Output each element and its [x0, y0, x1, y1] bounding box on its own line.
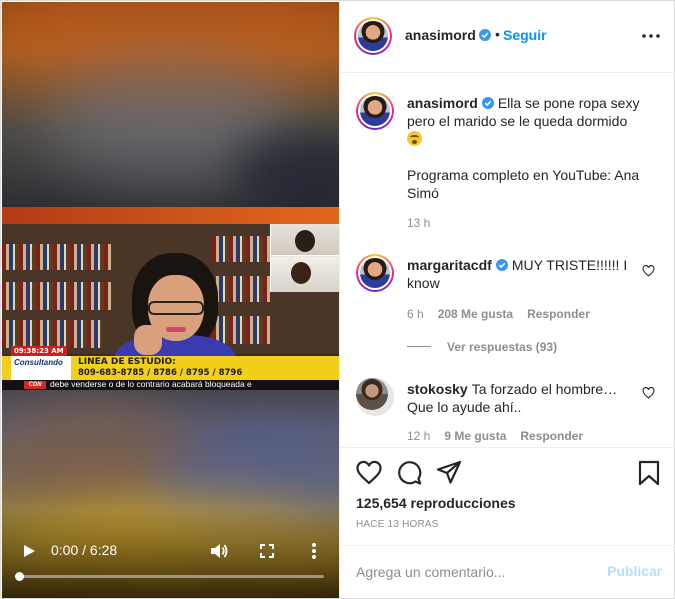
video-seek-bar[interactable] [15, 572, 324, 581]
comment-input[interactable] [356, 562, 596, 582]
send-icon[interactable] [436, 460, 462, 486]
video-inset-guests [270, 224, 339, 292]
tv-ticker: CDN debe venderse o de lo contrario acab… [2, 379, 339, 390]
video-player[interactable]: 09:38:23 AM Consultando LINEA DE ESTUDIO… [2, 2, 339, 598]
comment-time[interactable]: 6 h [407, 307, 424, 321]
comment-username[interactable]: margaritacdf [407, 257, 492, 273]
ticker-text: debe venderse o de lo contrario acabará … [50, 379, 252, 389]
video-more-icon[interactable] [311, 542, 317, 560]
comment-reply-button[interactable]: Responder [527, 307, 590, 321]
comment-likes[interactable]: 9 Me gusta [444, 429, 506, 443]
fullscreen-icon[interactable] [260, 544, 274, 558]
heart-icon[interactable] [356, 460, 382, 486]
comment-avatar[interactable] [356, 254, 394, 292]
author-avatar[interactable] [354, 17, 392, 55]
post-timestamp[interactable]: HACE 13 HORAS [356, 519, 439, 531]
tv-show-logo: Consultando [11, 356, 71, 380]
view-replies-button[interactable]: Ver respuestas (93) [407, 340, 557, 355]
video-time: 0:00 / 6:28 [51, 542, 118, 558]
header-separator: • [495, 26, 500, 42]
verified-badge-icon [478, 29, 491, 41]
verified-badge-icon [481, 97, 494, 109]
comments-list[interactable]: anasimord Ella se pone ropa sexy pero el … [340, 74, 675, 446]
caption-time[interactable]: 13 h [407, 216, 430, 230]
verified-badge-icon [495, 259, 508, 271]
comment-likes[interactable]: 208 Me gusta [438, 307, 513, 321]
instagram-post: 09:38:23 AM Consultando LINEA DE ESTUDIO… [0, 0, 675, 599]
tv-lower-third: 09:38:23 AM Consultando LINEA DE ESTUDIO… [2, 346, 339, 390]
caption-avatar[interactable] [356, 92, 394, 130]
publish-button[interactable]: Publicar [607, 563, 662, 580]
video-frame: 09:38:23 AM Consultando LINEA DE ESTUDIO… [2, 207, 339, 390]
caption-username[interactable]: anasimord [407, 95, 478, 111]
follow-button[interactable]: Seguir [503, 27, 547, 44]
comment-username[interactable]: stokosky [407, 381, 468, 397]
post-side-panel: anasimord • Seguir anasimord Ella se pone… [339, 1, 675, 599]
comment-composer: Publicar [340, 545, 675, 599]
post-actions: 125,654 reproducciones HACE 13 HORAS [340, 447, 675, 545]
caption-youtube-note: Programa completo en YouTube: Ana Simó [407, 167, 640, 201]
comment-time[interactable]: 12 h [407, 429, 430, 443]
comment-avatar[interactable] [356, 378, 394, 416]
sleeping-face-emoji [407, 131, 422, 146]
tv-line-title: LINEA DE ESTUDIO: [78, 357, 176, 367]
tv-line-phone: 809-683-8785 / 8786 / 8795 / 8796 [78, 368, 243, 378]
tv-clock: 09:38:23 AM [11, 346, 67, 356]
comment-reply-button[interactable]: Responder [520, 429, 583, 443]
more-options-icon[interactable] [640, 33, 662, 39]
video-blur-top [2, 2, 339, 207]
comment-icon[interactable] [396, 460, 422, 486]
video-seek-thumb[interactable] [15, 572, 24, 581]
view-count[interactable]: 125,654 reproducciones [356, 494, 516, 512]
video-controls: 0:00 / 6:28 [2, 532, 339, 598]
comment-like-icon[interactable] [642, 387, 655, 399]
volume-icon[interactable] [210, 543, 228, 559]
channel-logo: CDN [24, 381, 46, 389]
post-header: anasimord • Seguir [340, 1, 675, 73]
bookmark-icon[interactable] [636, 460, 662, 486]
play-icon[interactable] [22, 544, 36, 558]
comment-like-icon[interactable] [642, 265, 655, 277]
author-username[interactable]: anasimord [405, 27, 476, 43]
